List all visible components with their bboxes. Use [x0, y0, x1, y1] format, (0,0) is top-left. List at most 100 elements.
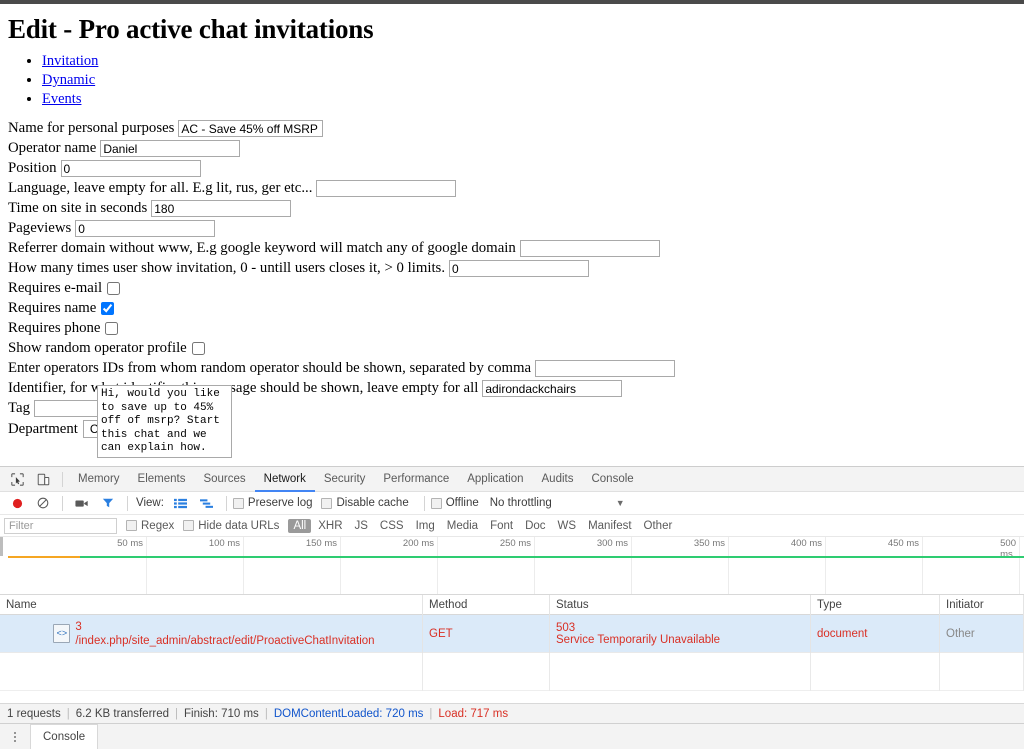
toolbar-divider — [62, 495, 63, 511]
label-requires-name: Requires name — [8, 300, 97, 316]
devtools-panel: Memory Elements Sources Network Security… — [0, 466, 1024, 749]
device-toolbar-icon[interactable] — [30, 467, 56, 491]
filter-type-manifest[interactable]: Manifest — [583, 519, 636, 533]
checkbox-box-icon — [430, 497, 442, 509]
checkbox-regex[interactable]: Regex — [126, 520, 174, 532]
input-identifier[interactable] — [482, 380, 623, 397]
summary-requests: 1 requests — [7, 707, 61, 720]
network-requests-table: Name Method Status Type Initiator <> 3 /… — [0, 594, 1024, 691]
timeline-tick-label: 200 ms — [402, 538, 434, 549]
throttling-value[interactable]: No throttling — [490, 497, 552, 509]
form-row-language: Language, leave empty for all. E.g lit, … — [8, 180, 1016, 197]
form-row-show-random-operator: Show random operator profile — [8, 340, 1016, 357]
form-row-name-personal: Name for personal purposes — [8, 120, 1016, 137]
nav-link-dynamic[interactable]: Dynamic — [42, 72, 95, 88]
timeline-tick-label: 150 ms — [305, 538, 337, 549]
form-row-referrer-domain: Referrer domain without www, E.g google … — [8, 240, 1016, 257]
inspect-element-icon[interactable] — [4, 467, 30, 491]
column-header-status[interactable]: Status — [550, 594, 811, 615]
request-name: 3 — [75, 620, 82, 633]
input-time-on-site[interactable] — [151, 200, 292, 217]
form-row-show-limit: How many times user show invitation, 0 -… — [8, 260, 1016, 277]
tab-performance[interactable]: Performance — [374, 467, 458, 492]
network-filter-bar: Regex Hide data URLs All XHR JS CSS Img … — [0, 515, 1024, 537]
input-language[interactable] — [316, 180, 457, 197]
checkbox-hide-data-urls[interactable]: Hide data URLs — [183, 520, 279, 532]
network-toolbar: View: Preserve log Disable cache Offline… — [0, 492, 1024, 515]
label-show-random-operator: Show random operator profile — [8, 340, 187, 356]
search-input[interactable] — [4, 517, 117, 534]
input-operator-name[interactable] — [100, 140, 241, 157]
form-row-requires-email: Requires e-mail — [8, 280, 1016, 297]
column-header-name[interactable]: Name — [0, 594, 423, 615]
filter-type-all[interactable]: All — [288, 518, 312, 533]
network-timeline-overview[interactable]: 50 ms 100 ms 150 ms 200 ms 250 ms 300 ms… — [0, 537, 1024, 595]
tab-application[interactable]: Application — [458, 467, 532, 492]
checkbox-requires-email[interactable] — [107, 282, 121, 295]
clear-button-icon[interactable] — [30, 491, 56, 515]
filter-type-img[interactable]: Img — [411, 519, 440, 533]
more-options-icon[interactable] — [6, 727, 24, 747]
input-position[interactable] — [60, 160, 201, 177]
nav-link-invitation[interactable]: Invitation — [42, 53, 98, 69]
input-referrer-domain[interactable] — [519, 240, 660, 257]
request-type: document — [817, 627, 868, 640]
textarea-invitation-message[interactable]: Hi, would you like to save up to 45% off… — [97, 385, 232, 458]
cell-name[interactable]: <> 3 /index.php/site_admin/abstract/edit… — [0, 614, 423, 653]
filter-funnel-icon[interactable] — [95, 491, 121, 515]
tab-security[interactable]: Security — [315, 467, 375, 492]
checkbox-show-random-operator[interactable] — [191, 342, 205, 355]
summary-transferred: 6.2 KB transferred — [75, 707, 170, 720]
tab-sources[interactable]: Sources — [194, 467, 254, 492]
filter-type-other[interactable]: Other — [639, 519, 678, 533]
input-show-limit[interactable] — [449, 260, 590, 277]
checkbox-offline[interactable]: Offline — [430, 497, 479, 509]
input-operator-ids[interactable] — [535, 360, 676, 377]
form-row-requires-phone: Requires phone — [8, 320, 1016, 337]
record-button-icon[interactable] — [4, 491, 30, 515]
cell-method: GET — [423, 614, 550, 653]
status-text: Service Temporarily Unavailable — [556, 633, 721, 646]
filter-type-js[interactable]: JS — [350, 519, 373, 533]
devtools-drawer: Console — [0, 723, 1024, 749]
chevron-down-icon[interactable]: ▼ — [616, 498, 625, 508]
tab-audits[interactable]: Audits — [533, 467, 583, 492]
tab-console[interactable]: Console — [582, 467, 642, 492]
filter-type-font[interactable]: Font — [485, 519, 518, 533]
column-header-initiator[interactable]: Initiator — [940, 594, 1024, 615]
filter-type-doc[interactable]: Doc — [520, 519, 550, 533]
label-time-on-site: Time on site in seconds — [8, 200, 148, 216]
list-item: Dynamic — [42, 72, 1016, 89]
filter-type-xhr[interactable]: XHR — [313, 519, 347, 533]
table-row[interactable]: <> 3 /index.php/site_admin/abstract/edit… — [0, 614, 1024, 653]
label-requires-phone: Requires phone — [8, 320, 101, 336]
waterfall-view-icon[interactable] — [194, 491, 220, 515]
checkbox-requires-name[interactable] — [101, 302, 115, 315]
tab-memory[interactable]: Memory — [69, 467, 129, 492]
offline-label: Offline — [445, 497, 479, 509]
tab-elements[interactable]: Elements — [129, 467, 195, 492]
list-item: Events — [42, 91, 1016, 108]
nav-link-events[interactable]: Events — [42, 91, 81, 107]
tab-network[interactable]: Network — [255, 467, 315, 492]
summary-domcontentloaded: DOMContentLoaded: 720 ms — [273, 707, 424, 720]
input-pageviews[interactable] — [75, 220, 216, 237]
checkbox-disable-cache[interactable]: Disable cache — [321, 497, 409, 509]
toolbar-divider — [62, 471, 63, 487]
label-position: Position — [8, 160, 57, 176]
column-header-method[interactable]: Method — [423, 594, 550, 615]
input-name-personal[interactable] — [178, 120, 324, 137]
drawer-tab-console[interactable]: Console — [30, 724, 99, 749]
checkbox-preserve-log[interactable]: Preserve log — [232, 497, 312, 509]
filter-type-ws[interactable]: WS — [553, 519, 582, 533]
list-view-icon[interactable] — [168, 491, 194, 515]
filter-type-media[interactable]: Media — [442, 519, 483, 533]
checkbox-requires-phone[interactable] — [105, 322, 119, 335]
camera-capture-icon[interactable] — [69, 491, 95, 515]
column-header-type[interactable]: Type — [811, 594, 940, 615]
table-empty-row — [0, 653, 1024, 691]
label-requires-email: Requires e-mail — [8, 280, 103, 296]
summary-divider: | — [429, 707, 433, 720]
timeline-tick-label: 450 ms — [887, 538, 919, 549]
filter-type-css[interactable]: CSS — [375, 519, 409, 533]
